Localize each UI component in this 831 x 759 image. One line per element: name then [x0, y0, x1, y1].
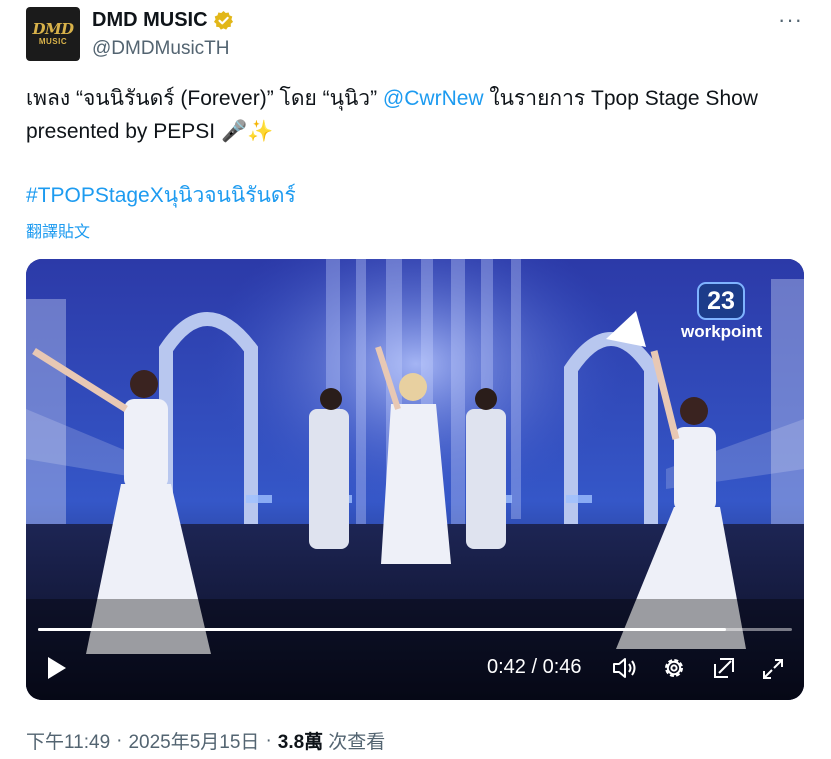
avatar-logo-text: DMD: [32, 20, 74, 38]
avatar[interactable]: DMD MUSIC: [26, 7, 80, 61]
avatar-logo-subtext: MUSIC: [38, 37, 68, 46]
view-count-label: 次查看: [328, 732, 386, 753]
fullscreen-icon[interactable]: [762, 658, 784, 680]
channel-name: workpoint: [681, 322, 763, 341]
view-count: 3.8萬: [277, 732, 324, 753]
verified-badge-icon: [213, 10, 233, 30]
video-progress-bar[interactable]: [38, 628, 792, 631]
current-time: 0:42: [487, 656, 526, 678]
more-options-button[interactable]: ···: [778, 9, 803, 31]
meta-separator: ·: [265, 729, 272, 751]
duration: 0:46: [542, 656, 582, 678]
author-handle[interactable]: @DMDMusicTH: [92, 38, 230, 60]
channel-logo: 23 workpoint: [681, 282, 763, 342]
channel-number: 23: [697, 282, 745, 320]
tweet-meta: 下午11:49 · 2025年5月15日 · 3.8萬 次查看: [26, 727, 385, 754]
translate-post-link[interactable]: 翻譯貼文: [26, 218, 90, 242]
tweet-text: เพลง “จนนิรันดร์ (Forever)” โดย “นุนิว” …: [26, 82, 816, 148]
mention-link[interactable]: @CwrNew: [383, 87, 484, 110]
video-progress-fill: [38, 628, 727, 631]
display-name[interactable]: DMD MUSIC: [92, 9, 208, 32]
settings-icon[interactable]: [662, 656, 686, 680]
play-icon[interactable]: [46, 656, 68, 680]
author-name-row[interactable]: DMD MUSIC: [92, 8, 234, 32]
video-timestamp: 0:42 / 0:46: [487, 656, 582, 679]
volume-icon[interactable]: [612, 656, 638, 680]
video-player[interactable]: 23 workpoint 0:42 / 0:46: [26, 259, 804, 700]
time-separator: /: [525, 656, 543, 678]
post-time[interactable]: 下午11:49: [26, 727, 110, 754]
post-date[interactable]: 2025年5月15日: [128, 727, 259, 754]
tweet-text-part1: เพลง “จนนิรันดร์ (Forever)” โดย “นุนิว”: [26, 87, 383, 110]
pop-out-icon[interactable]: [712, 656, 736, 680]
hashtag-link[interactable]: #TPOPStageXนุนิวจนนิรันดร์: [26, 181, 296, 211]
meta-separator: ·: [116, 729, 123, 751]
